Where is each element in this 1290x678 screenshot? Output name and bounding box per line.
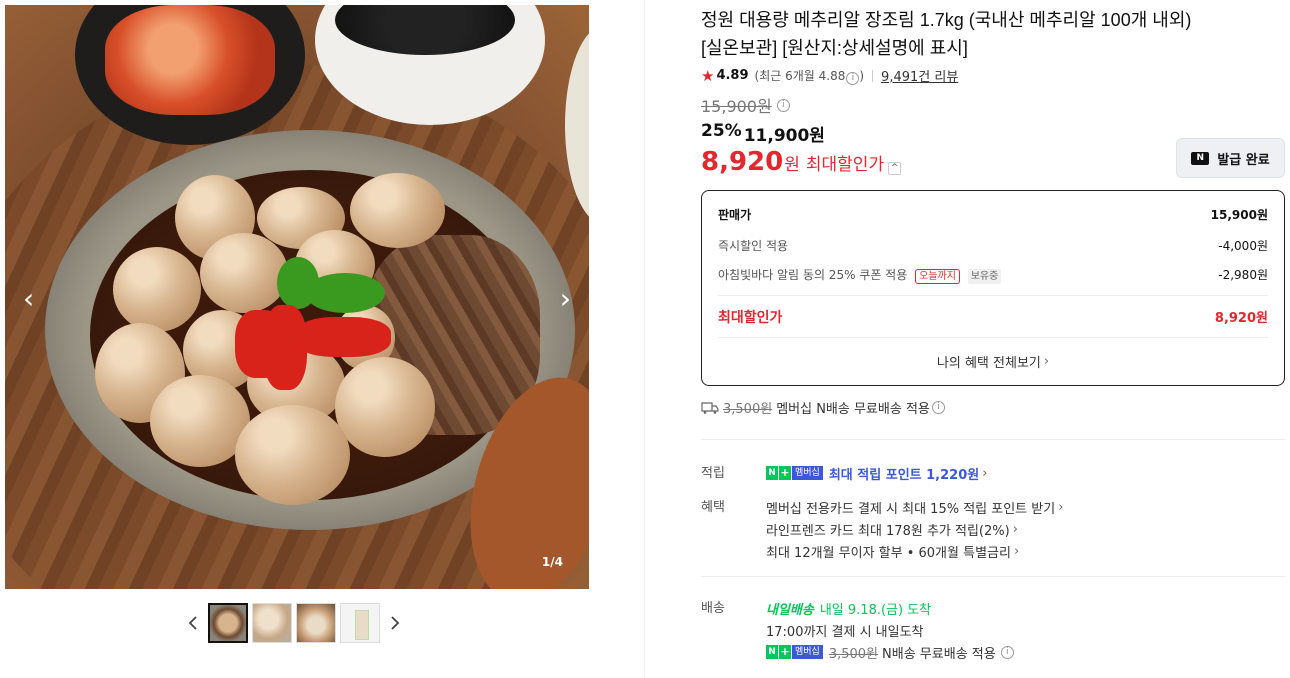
breakdown-label: 즉시할인 적용	[718, 239, 789, 253]
breakdown-label: 아침빛바다 알림 동의 25% 쿠폰 적용 오늘까지 보유중	[718, 266, 1002, 284]
plus-icon: +	[779, 645, 791, 659]
benefits-section: 혜택 멤버십 전용카드 결제 시 최대 15% 적립 포인트 받기 › 라인프렌…	[701, 496, 1285, 562]
thumbnail-prev-button[interactable]	[180, 603, 206, 643]
thumbnail-3[interactable]	[296, 603, 336, 643]
shipping-summary: 3,500원 멤버십 N배송 무료배송 적용 i	[701, 398, 1285, 417]
chevron-right-icon	[391, 616, 400, 630]
max-discount-price: 8,920	[701, 147, 784, 177]
breakdown-row: 즉시할인 적용 -4,000원	[718, 231, 1268, 260]
coupon-button-label: 발급 완료	[1217, 152, 1270, 168]
gallery-next-button[interactable]: ›	[560, 285, 571, 313]
plus-icon: +	[779, 466, 791, 480]
naver-n-icon: N	[1191, 151, 1210, 165]
delivery-arrival: 내일배송 내일 9.18.(금) 도착	[766, 597, 1285, 619]
gallery-prev-button[interactable]: ‹	[23, 285, 34, 313]
rating-score: 4.89	[716, 68, 749, 83]
delivery-deadline: 17:00까지 결제 시 내일도착	[766, 624, 924, 640]
view-all-benefits-label: 나의 혜택 전체보기	[936, 356, 1041, 371]
chevron-right-icon: ›	[1058, 499, 1064, 515]
price-unit: 원	[784, 155, 800, 175]
quail-egg	[235, 405, 350, 505]
chevron-right-icon: ›	[1012, 521, 1018, 537]
review-count-link[interactable]: 9,491건 리뷰	[881, 66, 958, 85]
info-icon[interactable]: i	[931, 401, 945, 414]
info-icon[interactable]: i	[776, 98, 790, 112]
section-divider	[701, 439, 1285, 440]
chevron-left-icon	[188, 616, 197, 630]
arrival-date: 내일 9.18.(금) 도착	[819, 602, 932, 618]
product-title-line2: [실온보관] [원산지:상세설명에 표시]	[701, 38, 968, 58]
benefit-item[interactable]: 멤버십 전용카드 결제 시 최대 15% 적립 포인트 받기 ›	[766, 496, 1285, 518]
naver-n-icon: N	[766, 466, 778, 480]
shipping-summary-text: 멤버십 N배송 무료배송 적용	[776, 402, 930, 417]
tomorrow-delivery-badge: 내일배송	[766, 602, 814, 618]
section-divider	[701, 576, 1285, 577]
breakdown-row: 아침빛바다 알림 동의 25% 쿠폰 적용 오늘까지 보유중 -2,980원	[718, 260, 1268, 289]
kimchi	[105, 5, 275, 115]
truck-icon	[701, 401, 719, 414]
points-section: 적립 N + 멤버십 최대 적립 포인트 1,220원 ›	[701, 462, 1285, 484]
breakdown-label: 판매가	[718, 207, 752, 222]
points-text: 최대 적립 포인트 1,220원	[828, 467, 980, 483]
coupon-issued-button[interactable]: N 발급 완료	[1176, 138, 1285, 178]
chevron-up-icon[interactable]: ^	[888, 162, 902, 175]
info-icon[interactable]: i	[1000, 645, 1014, 659]
rating-row: ★ 4.89 (최근 6개월 4.88 i) 9,491건 리뷰	[701, 66, 1285, 86]
original-price: 15,900원	[701, 97, 772, 116]
total-amount: 8,920원	[1214, 311, 1268, 326]
npay-membership-badge: N + 멤버십	[766, 466, 823, 480]
max-discount-total-row: 최대할인가 8,920원	[718, 295, 1268, 337]
red-pepper	[295, 317, 391, 357]
thumbnail-1[interactable]	[208, 603, 248, 643]
naver-n-icon: N	[766, 645, 778, 659]
original-delivery-fee: 3,500원	[828, 646, 879, 662]
points-key: 적립	[701, 466, 725, 481]
today-only-badge: 오늘까지	[915, 268, 960, 284]
star-icon: ★	[701, 66, 715, 85]
breakdown-amount: 15,900원	[1210, 207, 1268, 222]
product-title-line1: 정원 대용량 메추리알 장조림 1.7kg (국내산 메추리알 100개 내외)	[701, 10, 1192, 30]
product-main-image[interactable]: ‹ › 1/4	[5, 5, 589, 589]
thumbnail-4[interactable]	[340, 603, 380, 643]
thumbnail-strip	[180, 603, 408, 643]
delivery-fee-text: N배송 무료배송 적용	[882, 646, 996, 662]
total-label: 최대할인가	[718, 309, 783, 326]
view-all-benefits-link[interactable]: 나의 혜택 전체보기 ›	[718, 337, 1268, 385]
chevron-right-icon: ›	[982, 465, 988, 481]
quail-egg	[200, 233, 288, 313]
breakdown-amount: -4,000원	[1218, 239, 1268, 253]
quail-egg	[113, 247, 201, 332]
benefit-item[interactable]: 라인프렌즈 카드 최대 178원 추가 적립(2%) ›	[766, 518, 1285, 540]
product-title: 정원 대용량 메추리알 장조림 1.7kg (국내산 메추리알 100개 내외)…	[701, 6, 1285, 62]
owned-badge: 보유중	[967, 268, 1002, 284]
discount-rate: 25%	[701, 121, 742, 141]
delivery-section: 배송 내일배송 내일 9.18.(금) 도착 17:00까지 결제 시 내일도착…	[701, 597, 1285, 663]
green-pepper	[305, 273, 385, 313]
chevron-right-icon: ›	[1013, 543, 1020, 559]
column-divider	[644, 0, 645, 678]
delivery-fee-row: N + 멤버십 3,500원 N배송 무료배송 적용 i	[766, 641, 1285, 663]
breakdown-row: 판매가 15,900원	[718, 203, 1268, 225]
price-breakdown-box: 판매가 15,900원 즉시할인 적용 -4,000원 아침빛바다 알림 동의 …	[701, 190, 1285, 386]
npay-membership-badge: N + 멤버십	[766, 645, 823, 659]
sale-price: 11,900원	[743, 126, 825, 146]
original-price-row: 15,900원 i	[701, 93, 1285, 117]
benefits-key: 혜택	[701, 500, 725, 515]
quail-egg	[335, 357, 435, 457]
benefit-item[interactable]: 최대 12개월 무이자 할부 • 60개월 특별금리 ›	[766, 540, 1285, 562]
quail-egg	[350, 173, 445, 248]
breakdown-amount: -2,980원	[1218, 268, 1268, 282]
image-counter: 1/4	[541, 555, 563, 569]
max-discount-label: 최대할인가	[805, 155, 885, 175]
info-icon[interactable]: i	[846, 71, 860, 85]
thumbnail-2[interactable]	[252, 603, 292, 643]
chevron-right-icon: ›	[1043, 354, 1050, 369]
thumbnail-next-button[interactable]	[382, 603, 408, 643]
original-shipping-fee: 3,500원	[723, 402, 773, 417]
divider	[872, 69, 874, 82]
points-link[interactable]: N + 멤버십 최대 적립 포인트 1,220원 ›	[766, 462, 1285, 484]
recent-rating: (최근 6개월 4.88 i)	[754, 68, 865, 85]
delivery-key: 배송	[701, 601, 725, 616]
product-info-panel: 정원 대용량 메추리알 장조림 1.7kg (국내산 메추리알 100개 내외)…	[701, 6, 1285, 663]
